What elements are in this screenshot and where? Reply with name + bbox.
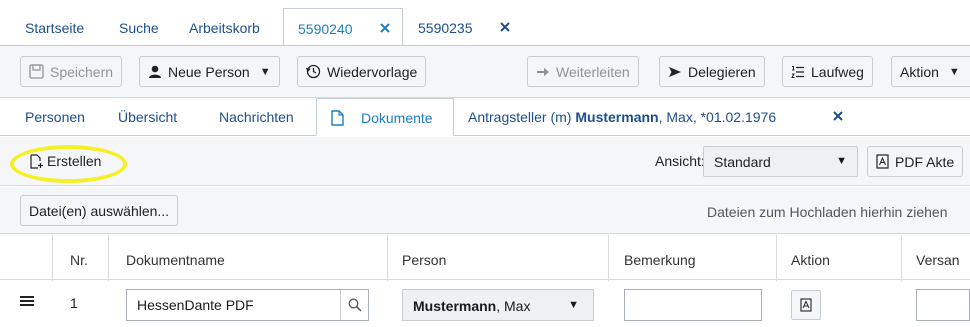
chevron-down-icon: ▼ [948,65,960,78]
pdf-icon [876,154,889,169]
view-label: Ansicht: [655,153,705,169]
tab-nachrichten[interactable]: Nachrichten [219,109,294,125]
document-name-value: HessenDante PDF [137,297,254,313]
sub-tab-bar: Personen Übersicht Nachrichten Dokumente… [0,98,970,136]
column-header-document-name[interactable]: Dokumentname [126,252,225,268]
person-select-value: Mustermann, Max [413,298,530,314]
pdf-file-button[interactable]: PDF Akte [867,146,964,177]
person-select-last-name: Mustermann [413,298,497,314]
tab-arbeitskorb[interactable]: Arbeitskorb [189,20,260,36]
tab-case-5590240-label: 5590240 [298,21,353,37]
column-header-remark[interactable]: Bemerkung [624,252,696,268]
pdf-file-label: PDF Akte [895,153,955,170]
chevron-down-icon: ▼ [836,155,847,167]
delegate-button[interactable]: Delegieren [659,56,765,87]
new-document-icon [30,153,44,169]
save-button[interactable]: Speichern [20,56,123,87]
column-header-person[interactable]: Person [402,252,446,268]
drag-handle-icon[interactable] [20,295,34,307]
column-header-nr[interactable]: Nr. [70,252,88,268]
search-icon[interactable] [340,290,368,320]
tab-suche[interactable]: Suche [119,20,159,36]
person-select[interactable]: Mustermann, Max ▼ [402,289,594,321]
documents-table-header: Nr. Dokumentname Person Bemerkung Aktion… [0,235,970,327]
column-header-action[interactable]: Aktion [791,252,830,268]
column-header-dispatch[interactable]: Versan [916,252,960,268]
route-button[interactable]: Laufweg [782,56,873,87]
upload-bar: Datei(en) auswählen... Dateien zum Hochl… [0,187,970,234]
tab-uebersicht[interactable]: Übersicht [118,109,177,125]
action-menu-button[interactable]: Aktion ▼ [891,56,970,87]
tab-dokumente[interactable]: Dokumente [316,98,454,136]
close-icon[interactable] [500,22,510,32]
tab-case-5590235[interactable]: 5590235 [418,20,473,36]
list-ordered-icon [791,65,805,79]
followup-button[interactable]: Wiedervorlage [297,56,427,87]
chevron-down-icon: ▼ [568,299,579,311]
person-last-name: Mustermann [575,109,659,125]
new-person-label: Neue Person [168,63,250,80]
person-role: Antragsteller (m) [468,109,576,125]
remark-field[interactable] [624,289,762,321]
play-icon [668,66,682,78]
followup-label: Wiedervorlage [327,63,418,80]
document-icon [331,110,344,126]
close-icon[interactable] [380,23,390,33]
person-select-first-name: , Max [496,298,531,314]
action-label: Aktion [900,63,939,80]
document-name-field[interactable]: HessenDante PDF [126,289,369,321]
main-tab-bar: Startseite Suche Arbeitskorb 5590240 559… [0,0,970,45]
tab-person-applicant[interactable]: Antragsteller (m) Mustermann, Max, *01.0… [468,109,776,125]
delegate-label: Delegieren [688,63,756,80]
chevron-down-icon: ▼ [259,65,271,78]
row-pdf-action-button[interactable] [791,290,821,320]
tab-startseite[interactable]: Startseite [25,20,84,36]
case-toolbar: Speichern Neue Person ▼ Wiedervorlage We… [0,45,970,98]
drop-zone-hint[interactable]: Dateien zum Hochladen hierhin ziehen [707,204,947,220]
tab-case-5590240[interactable]: 5590240 [283,8,403,45]
tab-personen[interactable]: Personen [25,109,85,125]
row-number: 1 [70,295,78,311]
forward-label: Weiterleiten [556,63,630,80]
tab-dokumente-label: Dokumente [361,110,433,126]
pdf-icon [800,298,812,312]
choose-files-button[interactable]: Datei(en) auswählen... [20,195,179,226]
choose-files-label: Datei(en) auswählen... [29,202,170,219]
view-select[interactable]: Standard ▼ [703,146,858,177]
save-icon [29,64,44,79]
person-icon [148,65,162,79]
history-icon [306,64,321,79]
create-document-label: Erstellen [47,153,102,169]
dispatch-field[interactable] [916,289,970,321]
new-person-button[interactable]: Neue Person ▼ [139,56,280,87]
documents-toolbar: Erstellen Ansicht: Standard ▼ PDF Akte [0,137,970,186]
save-button-label: Speichern [50,63,114,80]
close-icon[interactable] [833,111,843,121]
view-select-value: Standard [714,154,771,170]
create-document-button[interactable]: Erstellen [30,153,101,169]
arrow-right-icon [536,66,550,78]
route-label: Laufweg [811,63,864,80]
forward-button[interactable]: Weiterleiten [527,56,639,87]
person-details: , Max, *01.02.1976 [658,109,777,125]
